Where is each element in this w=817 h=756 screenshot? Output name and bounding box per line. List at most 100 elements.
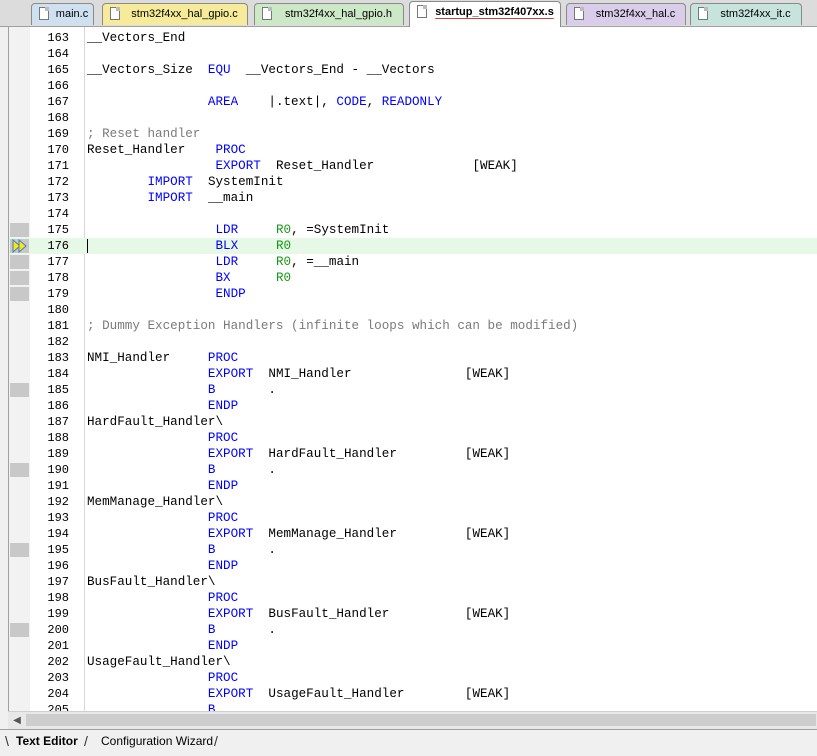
code-line[interactable]: 185 B . xyxy=(9,382,817,398)
line-text: ENDP xyxy=(87,638,238,654)
code-line[interactable]: 204 EXPORT UsageFault_Handler [WEAK] xyxy=(9,686,817,702)
code-line[interactable]: 201 ENDP xyxy=(9,638,817,654)
code-line[interactable]: 174 xyxy=(9,206,817,222)
code-line[interactable]: 170 Reset_Handler PROC xyxy=(9,142,817,158)
code-line[interactable]: 182 xyxy=(9,334,817,350)
keyword-token: READONLY xyxy=(381,95,443,109)
line-text: IMPORT SystemInit xyxy=(87,174,283,190)
code-line[interactable]: 186 ENDP xyxy=(9,398,817,414)
code-token: . xyxy=(215,623,276,637)
code-line[interactable]: 197 BusFault_Handler\ xyxy=(9,574,817,590)
line-number: 182 xyxy=(47,335,69,349)
scrollbar-thumb[interactable] xyxy=(26,714,816,726)
code-line[interactable]: 190 B . xyxy=(9,462,817,478)
keyword-token: PROC xyxy=(207,351,239,365)
keyword-token: PROC xyxy=(207,591,239,605)
breakpoint-marker[interactable] xyxy=(10,463,29,477)
code-line[interactable]: 188 PROC xyxy=(9,430,817,446)
line-number: 167 xyxy=(47,95,69,109)
horizontal-scrollbar[interactable]: ◀ xyxy=(8,711,817,729)
keyword-token: ENDP xyxy=(215,287,246,301)
code-line[interactable]: 175 LDR R0, =SystemInit xyxy=(9,222,817,238)
code-line[interactable]: 200 B . xyxy=(9,622,817,638)
code-line[interactable]: 168 xyxy=(9,110,817,126)
tab-stm32f4xx-it-c[interactable]: stm32f4xx_it.c xyxy=(690,3,802,25)
code-line[interactable]: 164 xyxy=(9,46,817,62)
register-token: R0 xyxy=(275,255,292,269)
tab-stm32f4xx-hal-gpio-c[interactable]: stm32f4xx_hal_gpio.c xyxy=(102,3,248,25)
code-line[interactable]: 195 B . xyxy=(9,542,817,558)
code-line[interactable]: 199 EXPORT BusFault_Handler [WEAK] xyxy=(9,606,817,622)
code-line[interactable]: 177 LDR R0, =__main xyxy=(9,254,817,270)
keyword-token: PROC xyxy=(207,671,239,685)
line-number: 166 xyxy=(47,79,69,93)
keyword-token: PROC xyxy=(207,431,239,445)
code-line[interactable]: 179 ENDP xyxy=(9,286,817,302)
comment-token: ; Dummy Exception Handlers (infinite loo… xyxy=(87,319,579,333)
code-line[interactable]: 187 HardFault_Handler\ xyxy=(9,414,817,430)
code-line[interactable]: 205 B xyxy=(9,702,817,711)
tab-stm32f4xx-hal-gpio-h[interactable]: stm32f4xx_hal_gpio.h xyxy=(254,3,404,25)
breakpoint-marker[interactable] xyxy=(10,543,29,557)
breakpoint-marker[interactable] xyxy=(10,623,29,637)
code-line[interactable]: 196 ENDP xyxy=(9,558,817,574)
line-number: 187 xyxy=(47,415,69,429)
code-line[interactable]: 183 NMI_Handler PROC xyxy=(9,350,817,366)
code-line[interactable]: 180 xyxy=(9,302,817,318)
code-line[interactable]: 189 EXPORT HardFault_Handler [WEAK] xyxy=(9,446,817,462)
register-token: R0 xyxy=(275,271,292,285)
line-number: 189 xyxy=(47,447,69,461)
code-line[interactable]: 181 ; Dummy Exception Handlers (infinite … xyxy=(9,318,817,334)
code-line[interactable]: 202 UsageFault_Handler\ xyxy=(9,654,817,670)
file-icon xyxy=(110,7,120,20)
breakpoint-marker[interactable] xyxy=(10,255,29,269)
tab-configuration-wizard[interactable]: Configuration Wizard xyxy=(101,732,213,750)
code-line[interactable]: 167 AREA |.text|, CODE, READONLY xyxy=(9,94,817,110)
code-line[interactable]: 165 __Vectors_Size EQU __Vectors_End - __… xyxy=(9,62,817,78)
code-line[interactable]: 191 ENDP xyxy=(9,478,817,494)
line-text: B . xyxy=(87,462,276,478)
line-text: EXPORT BusFault_Handler [WEAK] xyxy=(87,606,510,622)
line-number: 185 xyxy=(47,383,69,397)
code-line[interactable]: 198 PROC xyxy=(9,590,817,606)
tab-startup-stm32f407xx-s[interactable]: startup_stm32f407xx.s xyxy=(409,1,561,27)
line-text: B . xyxy=(87,622,276,638)
code-token: __Vectors_End xyxy=(87,31,186,45)
code-line[interactable]: 194 EXPORT MemManage_Handler [WEAK] xyxy=(9,526,817,542)
comment-token: ; Reset handler xyxy=(87,127,201,141)
code-line[interactable]: 192 MemManage_Handler\ xyxy=(9,494,817,510)
code-token: NMI_Handler xyxy=(87,351,208,365)
keyword-token: ENDP xyxy=(207,399,239,413)
code-line[interactable]: 173 IMPORT __main xyxy=(9,190,817,206)
tab-text-editor[interactable]: Text Editor xyxy=(16,732,78,750)
code-line[interactable]: 163 __Vectors_End xyxy=(9,30,817,46)
scroll-left-icon[interactable]: ◀ xyxy=(10,713,24,728)
code-line[interactable]: 171 EXPORT Reset_Handler [WEAK] xyxy=(9,158,817,174)
code-line[interactable]: 178 BX R0 xyxy=(9,270,817,286)
code-token: . xyxy=(215,383,276,397)
code-line[interactable]: 166 xyxy=(9,78,817,94)
line-text: BusFault_Handler\ xyxy=(87,574,215,590)
line-number: 171 xyxy=(47,159,69,173)
tab-stm32f4xx-hal-c[interactable]: stm32f4xx_hal.c xyxy=(566,3,686,25)
breakpoint-marker[interactable] xyxy=(10,287,29,301)
code-line[interactable]: 184 EXPORT NMI_Handler [WEAK] xyxy=(9,366,817,382)
tab-main-c[interactable]: main.c xyxy=(31,3,94,25)
code-line[interactable]: 193 PROC xyxy=(9,510,817,526)
line-number: 186 xyxy=(47,399,69,413)
code-line[interactable]: 169 ; Reset handler xyxy=(9,126,817,142)
breakpoint-marker[interactable] xyxy=(10,223,29,237)
code-line[interactable]: 172 IMPORT SystemInit xyxy=(9,174,817,190)
code-line[interactable]: 176 BLX R0 xyxy=(9,238,817,254)
code-line[interactable]: 203 PROC xyxy=(9,670,817,686)
breakpoint-marker[interactable] xyxy=(10,383,29,397)
code-editor[interactable]: 163 __Vectors_End 164 165 __Vectors_Size EQU… xyxy=(8,27,817,711)
breakpoint-marker[interactable] xyxy=(10,271,29,285)
